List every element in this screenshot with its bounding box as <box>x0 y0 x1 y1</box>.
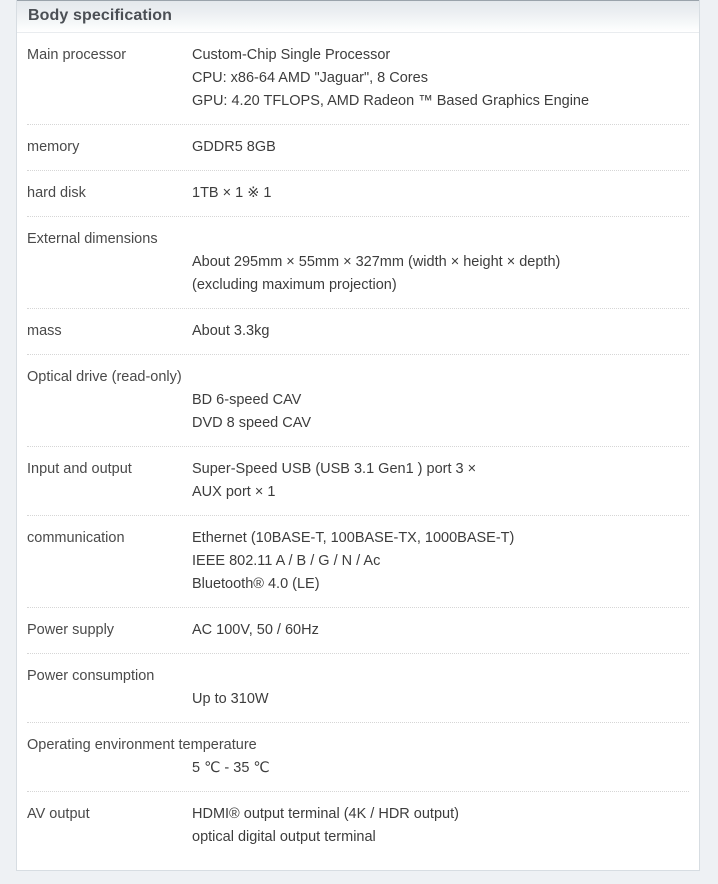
spec-value-line: CPU: x86-64 AMD "Jaguar", 8 Cores <box>192 70 428 86</box>
spec-row-label: Input and output <box>27 461 132 477</box>
body-specification-panel: Body specification Main processor Custom-… <box>16 0 700 871</box>
spec-value-line: optical digital output terminal <box>192 829 376 845</box>
spec-row: AV output HDMI® output terminal (4K / HDR… <box>27 792 689 860</box>
spec-row-value: HDMI® output terminal (4K / HDR output) o… <box>192 803 689 849</box>
spec-row-value: Custom-Chip Single Processor CPU: x86-64 … <box>192 44 689 113</box>
spec-value-line: 5 ℃ - 35 ℃ <box>192 760 270 776</box>
spec-row-value: BD 6-speed CAV DVD 8 speed CAV <box>192 389 689 435</box>
spec-row-value: About 3.3kg <box>192 320 689 343</box>
spec-row-value: AC 100V, 50 / 60Hz <box>192 619 689 642</box>
spec-row-label: memory <box>27 139 80 155</box>
spec-value-line: IEEE 802.11 A / B / G / N / Ac <box>192 553 381 569</box>
page-title: Body specification <box>28 7 173 24</box>
spec-value-line: Bluetooth® 4.0 (LE) <box>192 576 320 592</box>
spec-row: mass About 3.3kg <box>27 309 689 355</box>
spec-row: Main processor Custom-Chip Single Process… <box>27 33 689 125</box>
spec-row-label: Optical drive (read-only) <box>27 369 182 385</box>
spec-row-label: External dimensions <box>27 231 158 247</box>
spec-row-label: mass <box>27 323 62 339</box>
spec-value-line: Custom-Chip Single Processor <box>192 47 391 63</box>
spec-row: communication Ethernet (10BASE-T, 100BASE… <box>27 516 689 608</box>
spec-row-label: Operating environment temperature <box>27 737 257 753</box>
spec-value-line: HDMI® output terminal (4K / HDR output) <box>192 806 459 822</box>
spec-value-line: (excluding maximum projection) <box>192 277 397 293</box>
spec-row: Input and output Super-Speed USB (USB 3.1… <box>27 447 689 516</box>
spec-row: Optical drive (read-only) BD 6-speed CAV D… <box>27 355 689 447</box>
spec-row-label: Power consumption <box>27 668 155 684</box>
spec-value-line: AC 100V, 50 / 60Hz <box>192 622 319 638</box>
spec-row-value: Super-Speed USB (USB 3.1 Gen1 ) port 3 ×… <box>192 458 689 504</box>
spec-row-value: GDDR5 8GB <box>192 136 689 159</box>
spec-row-label: communication <box>27 530 125 546</box>
spec-value-line: GDDR5 8GB <box>192 139 276 155</box>
spec-row-value: 1TB × 1 ※ 1 <box>192 182 689 205</box>
specification-table: Main processor Custom-Chip Single Process… <box>17 33 699 870</box>
spec-row-label: AV output <box>27 806 90 822</box>
spec-row-label: hard disk <box>27 185 86 201</box>
spec-value-line: Up to 310W <box>192 691 269 707</box>
spec-row-value: Up to 310W <box>192 688 689 711</box>
spec-value-line: GPU: 4.20 TFLOPS, AMD Radeon ™ Based Gra… <box>192 93 590 109</box>
spec-value-line: About 295mm × 55mm × 327mm (width × heig… <box>192 254 561 270</box>
panel-header: Body specification <box>17 0 699 33</box>
spec-value-line: About 3.3kg <box>192 323 270 339</box>
spec-value-line: DVD 8 speed CAV <box>192 415 312 431</box>
spec-value-line: AUX port × 1 <box>192 484 276 500</box>
spec-row: memory GDDR5 8GB <box>27 125 689 171</box>
spec-row-value: Ethernet (10BASE-T, 100BASE-TX, 1000BASE… <box>192 527 689 596</box>
spec-value-line: Super-Speed USB (USB 3.1 Gen1 ) port 3 × <box>192 461 477 477</box>
spec-row: Operating environment temperature 5 ℃ - 3… <box>27 723 689 792</box>
spec-row-value: 5 ℃ - 35 ℃ <box>192 757 689 780</box>
spec-value-line: 1TB × 1 ※ 1 <box>192 185 272 201</box>
spec-row: External dimensions About 295mm × 55mm × … <box>27 217 689 309</box>
spec-row: Power consumption Up to 310W <box>27 654 689 723</box>
spec-row: Power supply AC 100V, 50 / 60Hz <box>27 608 689 654</box>
spec-row-label: Power supply <box>27 622 115 638</box>
spec-value-line: BD 6-speed CAV <box>192 392 302 408</box>
spec-value-line: Ethernet (10BASE-T, 100BASE-TX, 1000BASE… <box>192 530 515 546</box>
spec-row-label: Main processor <box>27 47 127 63</box>
spec-row: hard disk 1TB × 1 ※ 1 <box>27 171 689 217</box>
spec-row-value: About 295mm × 55mm × 327mm (width × heig… <box>192 251 689 297</box>
